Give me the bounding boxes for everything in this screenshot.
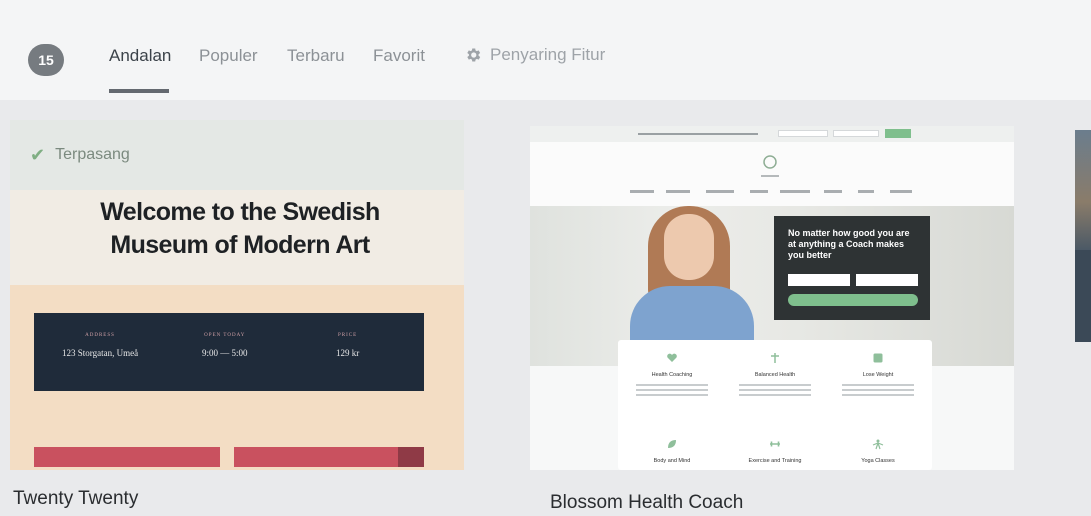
feature-item: Body and Mind [622,438,722,470]
nav-item [666,190,690,193]
dumbbell-icon [770,441,780,447]
preview-features: Health Coaching Balanced Health Lose Wei… [618,340,932,470]
info-label: ADDRESS [85,333,115,338]
nav-item [858,190,874,193]
theme-card-partial[interactable] [1075,130,1091,342]
theme-name-twenty-twenty[interactable]: Twenty Twenty [13,488,138,510]
theme-name-blossom-health-coach[interactable]: Blossom Health Coach [550,492,743,514]
checkmark-icon: ✔ [30,144,46,165]
theme-card-twenty-twenty[interactable]: ✔ Terpasang Welcome to the Swedish Museu… [10,120,464,470]
info-label: OPEN TODAY [204,333,246,338]
nav-item [630,190,654,193]
nav-item [750,190,768,193]
feature-title: Balanced Health [754,372,796,378]
theme-card-blossom-health-coach[interactable]: No matter how good you are at anything a… [530,126,1014,470]
preview-navbar [530,142,1014,206]
feature-filter-label: Penyaring Fitur [490,45,606,64]
feature-item: Lose Weight [828,352,928,399]
tab-favorit[interactable]: Favorit [373,46,425,66]
theme-count-badge: 15 [28,44,64,76]
balance-icon [771,353,779,363]
hero-overlay-text: No matter how good you are at anything a… [788,228,910,260]
feature-title: Yoga Classes [861,458,895,464]
feature-filter-button[interactable]: Penyaring Fitur [464,45,605,65]
active-tab-indicator [109,89,169,93]
nav-item [780,190,810,193]
installed-banner: ✔ Terpasang [10,120,464,190]
gear-icon [467,48,481,62]
scale-icon [873,353,883,363]
preview-topbar [530,126,1014,142]
topbar-button [885,129,911,138]
topbar-input [833,130,879,137]
person-face [664,214,714,280]
nav-item [890,190,912,193]
tab-terbaru[interactable]: Terbaru [287,46,345,66]
leaf-icon [668,440,676,448]
topbar-text [638,133,758,135]
preview-red-block [234,447,424,467]
feature-title: Health Coaching [651,372,693,378]
feature-title: Body and Mind [653,458,691,464]
theme-filter-bar: 15 Andalan Populer Terbaru Favorit Penya… [0,0,1091,100]
installed-label: Terpasang [55,146,130,163]
tab-populer[interactable]: Populer [199,46,258,66]
yoga-icon [872,439,884,450]
overlay-input [856,274,918,286]
logo-icon [761,155,779,177]
info-value: 9:00 — 5:00 [202,348,248,358]
nav-item [824,190,842,193]
feature-title: Lose Weight [862,372,894,378]
preview-heading: Welcome to the Swedish Museum of Modern … [100,198,380,259]
overlay-button [788,294,918,306]
feature-item: Exercise and Training [725,438,825,470]
feature-item: Balanced Health [725,352,825,399]
overlay-input [788,274,850,286]
theme-preview-partial [1075,130,1091,250]
info-value: 129 kr [336,348,360,358]
preview-info-box: ADDRESS 123 Storgatan, Umeå OPEN TODAY 9… [34,313,424,391]
nav-item [706,190,734,193]
topbar-input [778,130,828,137]
info-value: 123 Storgatan, Umeå [62,348,139,358]
info-label: PRICE [338,333,358,338]
tab-andalan[interactable]: Andalan [109,46,171,66]
feature-item: Yoga Classes [828,438,928,470]
heart-icon [667,353,677,362]
hero-overlay-box: No matter how good you are at anything a… [774,216,930,320]
preview-red-block [34,447,220,467]
feature-title: Exercise and Training [748,458,802,464]
feature-item: Health Coaching [622,352,722,399]
